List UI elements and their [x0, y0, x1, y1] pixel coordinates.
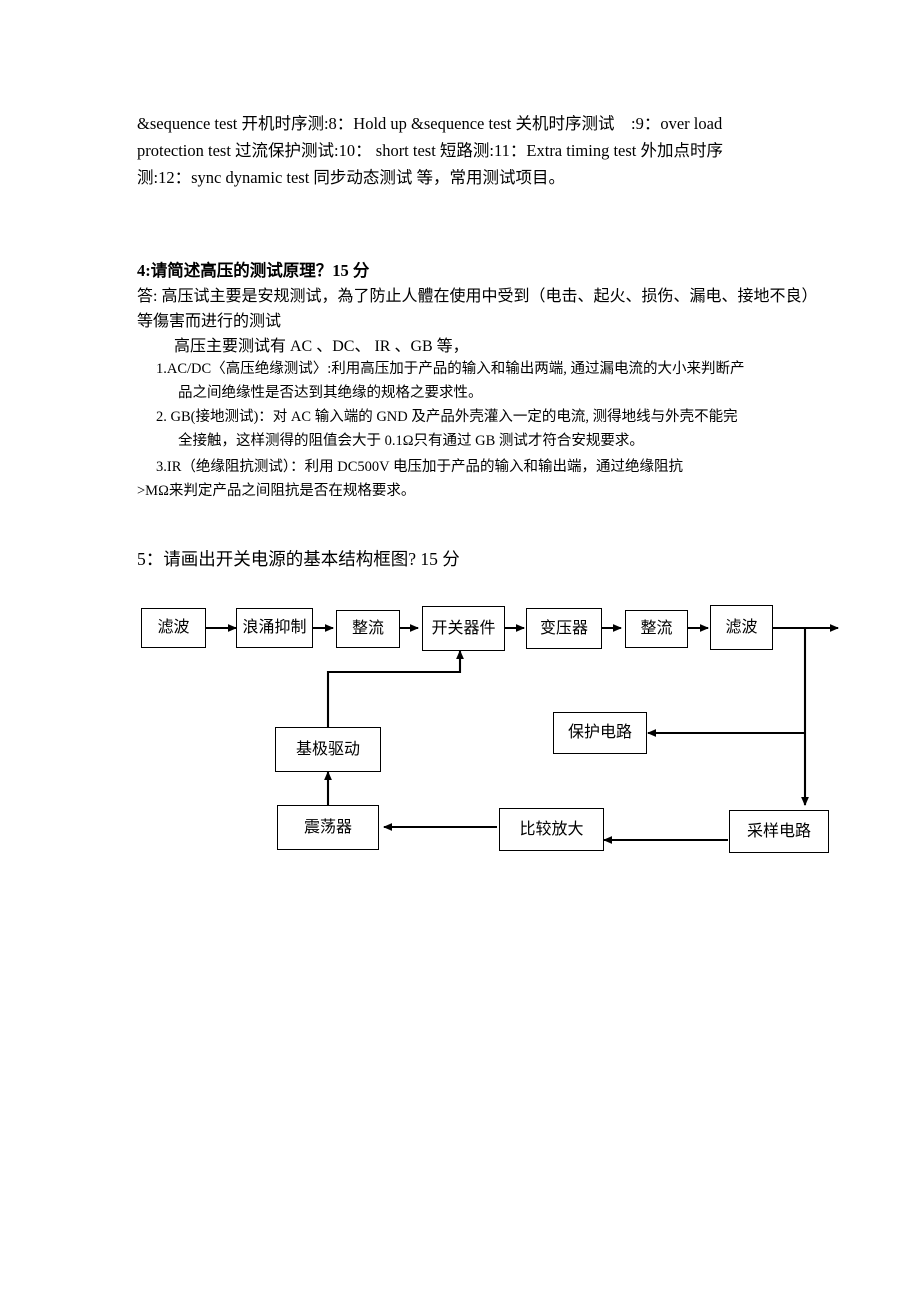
diagram-node-switch-device: 开关器件	[422, 606, 505, 651]
diagram-node-protection-circuit: 保护电路	[553, 712, 647, 754]
question-4-item-3-line-2: >MΩ来判定产品之间阻抗是否在规格要求。	[137, 483, 416, 499]
diagram-node-surge-suppress: 浪涌抑制	[236, 608, 313, 648]
diagram-node-sampling-circuit: 采样电路	[729, 810, 829, 853]
paragraph-line: &sequence test 开机时序测:8：Hold up &sequence…	[137, 114, 723, 133]
node-label: 基极驱动	[295, 740, 360, 758]
node-label: 滤波	[725, 618, 758, 636]
document-page: &sequence test 开机时序测:8：Hold up &sequence…	[0, 0, 920, 1302]
node-label: 采样电路	[746, 822, 811, 840]
switching-power-supply-block-diagram: 滤波 浪涌抑制 整流 开关器件 变压器 整流 滤波 基极驱动 保护电路 震荡器	[0, 0, 920, 1302]
diagram-node-comparator-amp: 比较放大	[499, 808, 604, 851]
question-4-item-3-line-1: 3.IR（绝缘阻抗测试）：利用 DC500V 电压加于产品的输入和输出端，通过绝…	[156, 459, 683, 475]
question-4-heading: 4:请简述高压的测试原理？15 分	[137, 261, 370, 280]
question-4-answer-line-1: 答: 高压试主要是安规测试，為了防止人體在使用中受到（电击、起火、损伤、漏电、接…	[137, 288, 818, 305]
question-4-item-1-line-1: 1.AC/DC〈高压绝缘测试〉:利用高压加于产品的输入和输出两端, 通过漏电流的…	[156, 361, 745, 377]
diagram-node-filter-in: 滤波	[141, 608, 206, 648]
node-label: 开关器件	[431, 619, 496, 637]
node-label: 滤波	[157, 619, 190, 636]
diagram-node-base-drive: 基极驱动	[275, 727, 381, 772]
paragraph-line: protection test 过流保护测试:10： short test 短路…	[137, 141, 724, 160]
question-4-item-1-line-2: 品之间绝缘性是否达到其绝缘的规格之要求性。	[178, 385, 483, 401]
question-4-item-2-line-2: 全接触，这样测得的阻值会大于 0.1Ω只有通过 GB 测试才符合安规要求。	[178, 433, 644, 449]
node-label: 整流	[640, 620, 673, 637]
node-label: 浪涌抑制	[242, 619, 307, 636]
diagram-node-transformer: 变压器	[526, 608, 602, 649]
diagram-node-rectifier-1: 整流	[336, 610, 400, 648]
node-label: 变压器	[539, 619, 588, 637]
node-label: 震荡器	[303, 818, 352, 836]
question-5-heading: 5：请画出开关电源的基本结构框图? 15 分	[137, 549, 460, 569]
edge-basedrive-to-switch	[326, 650, 464, 727]
question-4-item-2-line-1: 2. GB(接地测试)：对 AC 输入端的 GND 及产品外壳灌入一定的电流, …	[156, 409, 738, 425]
question-4-answer-line-3: 高压主要测试有 AC 、DC、 IR 、GB 等，	[174, 338, 469, 355]
diagram-node-rectifier-2: 整流	[625, 610, 688, 648]
diagram-node-oscillator: 震荡器	[277, 805, 379, 850]
node-label: 保护电路	[567, 724, 632, 741]
paragraph-line: 测:12：sync dynamic test 同步动态测试 等，常用测试项目。	[137, 168, 566, 187]
node-label: 整流	[351, 620, 384, 637]
paragraph-sequence-test: &sequence test 开机时序测:8：Hold up &sequence…	[137, 110, 829, 191]
question-4-answer-line-2: 等傷害而进行的测试	[137, 313, 282, 330]
node-label: 比较放大	[519, 820, 584, 838]
diagram-connectors	[206, 624, 839, 844]
diagram-node-filter-out: 滤波	[710, 605, 773, 650]
